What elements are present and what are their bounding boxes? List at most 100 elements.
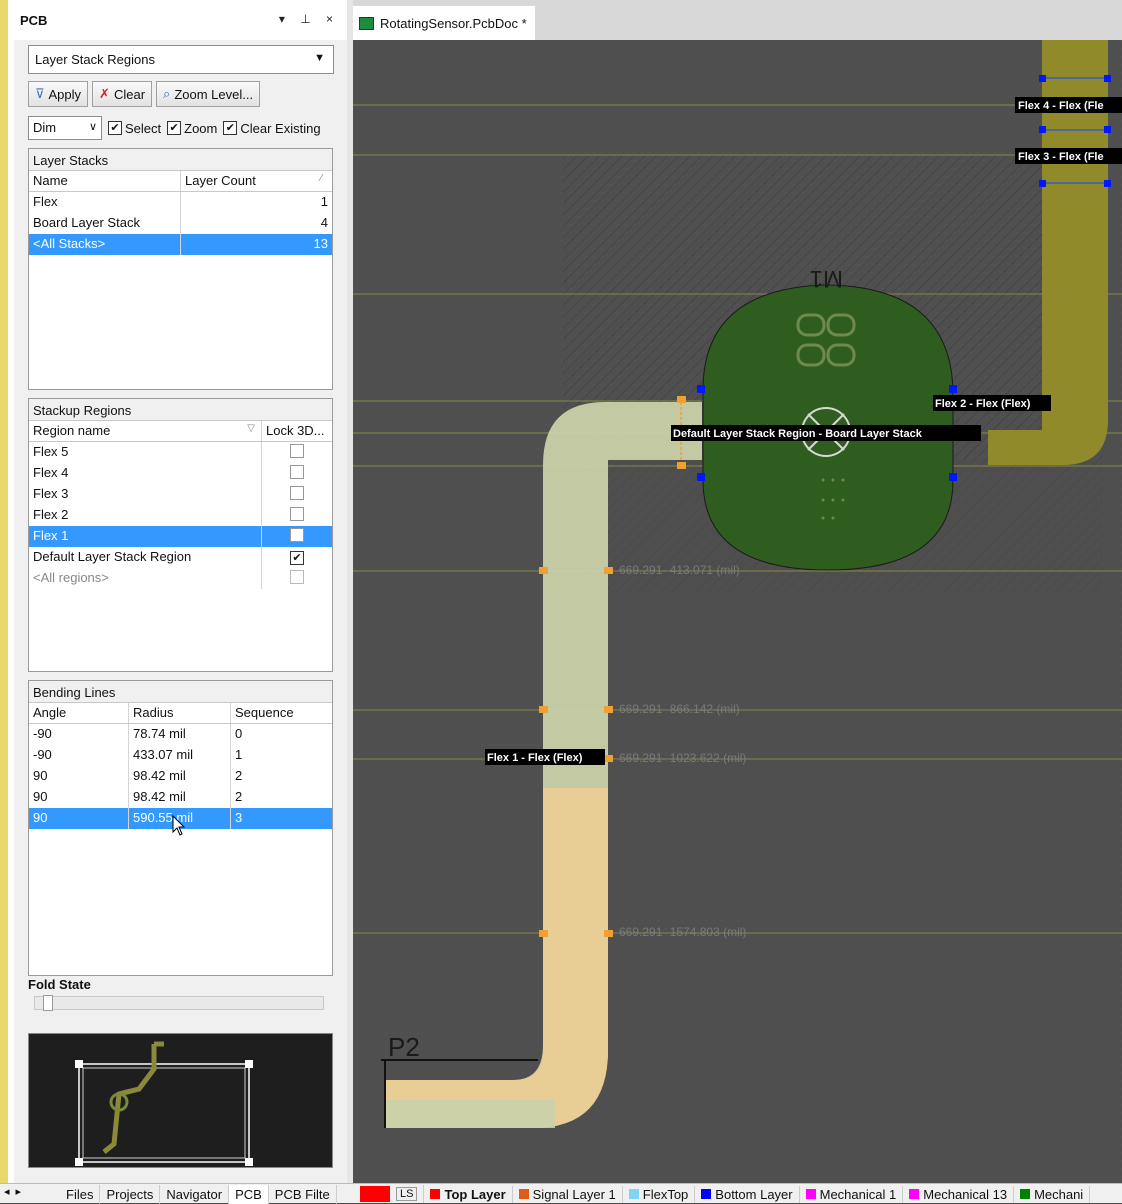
region-name: Flex 2	[29, 505, 262, 526]
panel-tab-scroll-arrows[interactable]: ◂▸	[4, 1185, 27, 1198]
region-name: <All regions>	[29, 568, 262, 589]
pcb-panel: PCB ▾ ⊥ × Layer Stack Regions ▼ ⊽ Apply …	[14, 0, 347, 1183]
table-row[interactable]: Flex 2	[29, 505, 332, 526]
dim-dropdown[interactable]: Dim ∨	[28, 116, 102, 140]
table-row[interactable]: <All regions>	[29, 568, 332, 589]
tab-pcb-filter[interactable]: PCB Filte	[269, 1184, 337, 1204]
table-row[interactable]: Flex 4	[29, 463, 332, 484]
column-header-region-name[interactable]: Region name ▽	[29, 421, 262, 441]
table-row[interactable]: 90 98.42 mil 2	[29, 766, 332, 787]
document-tab-bar: RotatingSensor.PcbDoc *	[353, 0, 1122, 40]
column-header-radius[interactable]: Radius	[129, 703, 231, 723]
stackup-regions-title: Stackup Regions	[29, 399, 332, 421]
mouse-cursor-icon	[172, 815, 186, 836]
table-row[interactable]: -90 433.07 mil 1	[29, 745, 332, 766]
table-row[interactable]: Default Layer Stack Region ✔	[29, 547, 332, 568]
tab-pcb[interactable]: PCB	[229, 1184, 269, 1204]
zoom-level-button[interactable]: ⌕ Zoom Level...	[156, 81, 261, 107]
lock-3d-checkbox[interactable]	[262, 505, 332, 526]
checkbox-icon	[290, 486, 304, 500]
table-row[interactable]: Flex 1	[29, 526, 332, 547]
stack-count: 13	[313, 236, 328, 251]
layer-label: Bottom Layer	[715, 1186, 793, 1202]
table-row[interactable]: Flex 3	[29, 484, 332, 505]
tab-navigator[interactable]: Navigator	[160, 1184, 230, 1204]
layer-tab-bottom[interactable]: Bottom Layer	[695, 1185, 800, 1203]
region-name: Default Layer Stack Region	[29, 547, 262, 568]
table-row[interactable]: Board Layer Stack 4	[29, 213, 332, 234]
panel-window-controls[interactable]: ▾ ⊥ ×	[279, 12, 339, 26]
chevron-down-icon: ∨	[88, 121, 97, 133]
tab-rotating-sensor[interactable]: RotatingSensor.PcbDoc *	[353, 6, 535, 40]
layer-tab-mechanical1[interactable]: Mechanical 1	[800, 1185, 904, 1203]
column-header-name[interactable]: Name	[29, 171, 181, 191]
bend-angle: 90	[29, 808, 129, 829]
label-flex4: Flex 4 - Flex (Fle	[1018, 100, 1104, 112]
pcb-view[interactable]: M1 P2 Flex 4 - Flex (Fle Flex 3 - Flex (…	[353, 40, 1122, 1183]
table-row[interactable]: Flex 1	[29, 192, 332, 213]
panel-mode-dropdown[interactable]: Layer Stack Regions ▼	[28, 45, 334, 74]
layer-tab-top[interactable]: Top Layer	[424, 1185, 513, 1203]
table-row[interactable]: -90 78.74 mil 0	[29, 724, 332, 745]
pcb-canvas[interactable]: M1 P2 Flex 4 - Flex (Fle Flex 3 - Flex (…	[353, 40, 1122, 1183]
chevron-down-icon: ▼	[314, 52, 325, 64]
layer-tab-mechanical[interactable]: Mechani	[1014, 1185, 1091, 1203]
layer-set-label: LS	[396, 1187, 418, 1201]
layer-tab-signal1[interactable]: Signal Layer 1	[513, 1185, 623, 1203]
document-tab-label: RotatingSensor.PcbDoc *	[380, 15, 527, 31]
zoom-checkbox[interactable]: ✔ Zoom	[167, 121, 217, 136]
lock-3d-checkbox[interactable]: ✔	[262, 547, 332, 568]
lock-3d-checkbox[interactable]	[262, 442, 332, 463]
layer-color-swatch	[805, 1189, 816, 1199]
magnifier-icon: ⌕	[163, 86, 171, 101]
layer-stacks-header: Name Layer Count ⁄	[29, 171, 332, 192]
tab-projects[interactable]: Projects	[100, 1184, 161, 1204]
clear-filter-icon: ✗	[99, 86, 110, 101]
coordinate-readout: -669.291 -866.142 (mil)	[615, 702, 740, 716]
table-row[interactable]: 90 98.42 mil 2	[29, 787, 332, 808]
column-header-angle[interactable]: Angle	[29, 703, 129, 723]
fold-state-slider[interactable]	[34, 995, 324, 1011]
board-minimap[interactable]	[28, 1033, 333, 1168]
lock-3d-checkbox[interactable]	[262, 568, 332, 589]
column-header-layer-count[interactable]: Layer Count ⁄	[181, 171, 332, 191]
region-name: Flex 1	[29, 526, 262, 547]
layer-stacks-grid: Layer Stacks Name Layer Count ⁄ Flex 1 Bo…	[28, 148, 333, 390]
layer-label: Signal Layer 1	[532, 1186, 616, 1202]
pcb-document-icon	[359, 16, 374, 30]
clear-existing-label: Clear Existing	[240, 120, 321, 136]
lock-3d-checkbox[interactable]	[262, 463, 332, 484]
column-header-sequence[interactable]: Sequence	[231, 703, 332, 723]
apply-button[interactable]: ⊽ Apply	[28, 81, 89, 107]
layer-color-swatch	[518, 1189, 529, 1199]
region-name: Flex 3	[29, 484, 262, 505]
clear-existing-checkbox[interactable]: ✔ Clear Existing	[223, 120, 321, 136]
layer-color-swatch	[628, 1189, 639, 1199]
zoom-level-label: Zoom Level...	[174, 86, 254, 102]
tab-files[interactable]: Files	[60, 1184, 101, 1204]
stackup-regions-grid: Stackup Regions Region name ▽ Lock 3D... …	[28, 398, 333, 672]
lock-3d-checkbox[interactable]	[262, 526, 332, 547]
bend-angle: 90	[29, 766, 129, 787]
checkmark-icon: ✔	[290, 551, 304, 565]
bend-sequence: 3	[235, 810, 243, 825]
layer-label: Mechanical 1	[819, 1186, 897, 1202]
checkbox-icon	[290, 465, 304, 479]
bending-lines-header: Angle Radius Sequence	[29, 703, 332, 724]
fold-state-slider-thumb[interactable]	[43, 995, 53, 1011]
coordinate-readout: -669.291 -1574.803 (mil)	[615, 925, 746, 939]
stack-name: Flex	[29, 192, 181, 213]
column-header-lock-3d[interactable]: Lock 3D...	[262, 421, 332, 441]
select-checkbox[interactable]: ✔ Select	[108, 121, 161, 136]
layer-tab-mechanical13[interactable]: Mechanical 13	[903, 1185, 1015, 1203]
apply-label: Apply	[48, 86, 82, 102]
lock-3d-checkbox[interactable]	[262, 484, 332, 505]
bending-lines-title: Bending Lines	[29, 681, 332, 703]
table-row[interactable]: <All Stacks> 13	[29, 234, 332, 255]
layer-set-tab[interactable]: LS	[354, 1185, 425, 1203]
table-row[interactable]: Flex 5	[29, 442, 332, 463]
layer-tab-flextop[interactable]: FlexTop	[623, 1185, 696, 1203]
clear-button[interactable]: ✗ Clear	[92, 81, 153, 107]
panel-title: PCB	[20, 13, 48, 28]
checkbox-icon	[290, 444, 304, 458]
